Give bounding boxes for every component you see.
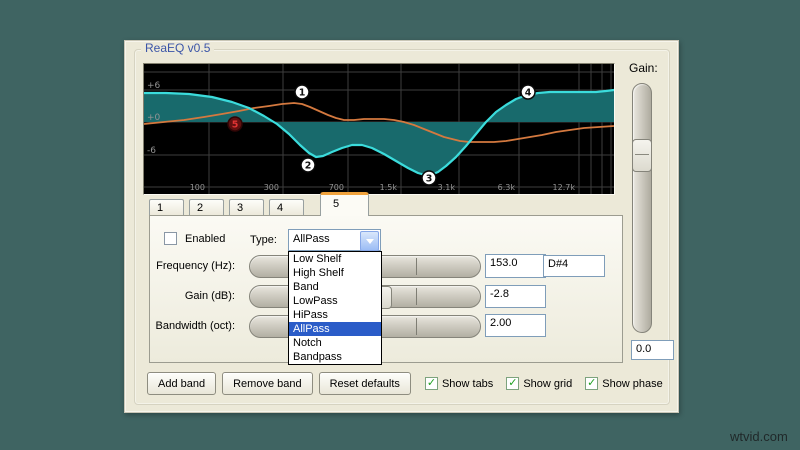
type-combobox[interactable]: AllPass xyxy=(288,229,381,251)
slider-center-tick xyxy=(416,288,417,305)
eq-graph[interactable]: +6 +0 -6 100 300 700 1.5k 3.1k 6.3k 12.7k 1 2 3 4 5 xyxy=(143,63,615,195)
svg-text:300: 300 xyxy=(264,183,279,192)
slider-center-tick xyxy=(416,258,417,275)
enabled-label: Enabled xyxy=(185,233,226,245)
gain-slider-thumb[interactable] xyxy=(632,139,652,172)
checkbox-label: Show phase xyxy=(602,377,663,390)
gain-value-field[interactable]: 0.0 xyxy=(631,340,674,360)
band-gain-label: Gain (dB): xyxy=(184,290,235,302)
tab-band-4[interactable]: 4 xyxy=(269,199,304,216)
enabled-checkbox[interactable] xyxy=(164,232,177,245)
svg-text:5: 5 xyxy=(232,120,239,131)
band-gain-value-field[interactable]: -2.8 xyxy=(485,285,546,308)
footer-bar: Add band Remove band Reset defaults ✓ Sho… xyxy=(147,372,663,395)
checkbox-label: Show grid xyxy=(523,377,573,390)
svg-text:4: 4 xyxy=(525,88,532,99)
watermark: wtvid.com xyxy=(730,429,788,444)
band-marker-5[interactable]: 5 xyxy=(227,116,243,132)
bandwidth-label: Bandwidth (oct): xyxy=(155,320,235,332)
chevron-down-icon xyxy=(365,238,374,248)
dropdown-option-low-shelf[interactable]: Low Shelf xyxy=(289,252,381,266)
dropdown-option-notch[interactable]: Notch xyxy=(289,336,381,350)
dropdown-option-hipass[interactable]: HiPass xyxy=(289,308,381,322)
band-panel: Enabled Type: AllPass Frequency (Hz): 15… xyxy=(149,215,623,365)
gain-slider[interactable] xyxy=(632,83,652,333)
svg-text:1: 1 xyxy=(299,88,306,99)
svg-text:700: 700 xyxy=(329,183,344,192)
svg-text:3: 3 xyxy=(426,174,433,185)
tab-band-3[interactable]: 3 xyxy=(229,199,264,216)
svg-text:100: 100 xyxy=(190,183,205,192)
band-tabs: 12345 xyxy=(149,192,369,216)
svg-text:2: 2 xyxy=(305,161,312,172)
checkbox-show-phase[interactable]: ✓ Show phase xyxy=(585,377,663,390)
svg-text:+6: +6 xyxy=(147,81,161,91)
type-combobox-value: AllPass xyxy=(293,233,330,245)
type-dropdown-list: Low Shelf High Shelf Band LowPass HiPass AllP… xyxy=(288,251,382,365)
band-marker-2[interactable]: 2 xyxy=(300,157,316,173)
reaeq-window: ReaEQ v0.5 +6 +0 -6 100 300 700 1.5k 3.1k 6.3k 12… xyxy=(124,40,679,413)
dropdown-option-allpass[interactable]: AllPass xyxy=(289,322,381,336)
eq-curve-display[interactable]: +6 +0 -6 100 300 700 1.5k 3.1k 6.3k 12.7k 1 2 3 4 5 xyxy=(144,64,614,194)
band-marker-3[interactable]: 3 xyxy=(421,170,437,186)
checkmark-icon[interactable]: ✓ xyxy=(424,377,438,390)
type-label: Type: xyxy=(250,234,277,246)
checkbox-show-grid[interactable]: ✓ Show grid xyxy=(506,377,572,390)
checkbox-show-tabs[interactable]: ✓ Show tabs xyxy=(424,377,494,390)
bandwidth-value-field[interactable]: 2.00 xyxy=(485,314,546,337)
desktop: { "window": { "title": "ReaEQ v0.5" }, "… xyxy=(0,0,800,450)
checkbox-label: Show tabs xyxy=(441,377,494,390)
combobox-dropdown-button[interactable] xyxy=(360,231,379,251)
checkmark-icon[interactable]: ✓ xyxy=(585,377,599,390)
tab-band-2[interactable]: 2 xyxy=(189,199,224,216)
reset-defaults-button[interactable]: Reset defaults xyxy=(318,372,411,395)
svg-text:1.5k: 1.5k xyxy=(380,183,398,192)
svg-text:+0: +0 xyxy=(147,113,161,123)
frequency-label: Frequency (Hz): xyxy=(156,260,235,272)
svg-text:3.1k: 3.1k xyxy=(438,183,456,192)
dropdown-option-lowpass[interactable]: LowPass xyxy=(289,294,381,308)
gain-slider-label: Gain: xyxy=(629,61,658,75)
tab-band-1[interactable]: 1 xyxy=(149,199,184,216)
remove-band-button[interactable]: Remove band xyxy=(222,372,313,395)
frequency-value-field[interactable]: 153.0 xyxy=(485,254,546,278)
plugin-title: ReaEQ v0.5 xyxy=(141,42,215,55)
dropdown-option-high-shelf[interactable]: High Shelf xyxy=(289,266,381,280)
checkmark-icon[interactable]: ✓ xyxy=(506,377,520,390)
dropdown-option-bandpass[interactable]: Bandpass xyxy=(289,350,381,364)
dropdown-option-band[interactable]: Band xyxy=(289,280,381,294)
svg-text:6.3k: 6.3k xyxy=(498,183,516,192)
svg-text:-6: -6 xyxy=(147,146,156,156)
add-band-button[interactable]: Add band xyxy=(147,372,217,395)
slider-center-tick xyxy=(416,318,417,335)
band-marker-4[interactable]: 4 xyxy=(520,84,536,100)
tab-band-5[interactable]: 5 xyxy=(320,192,369,216)
band-marker-1[interactable]: 1 xyxy=(294,84,310,100)
display-options: ✓ Show tabs ✓ Show grid ✓ Show phase xyxy=(424,377,663,390)
frequency-note-field[interactable]: D#4 xyxy=(543,255,605,277)
svg-text:12.7k: 12.7k xyxy=(553,183,576,192)
